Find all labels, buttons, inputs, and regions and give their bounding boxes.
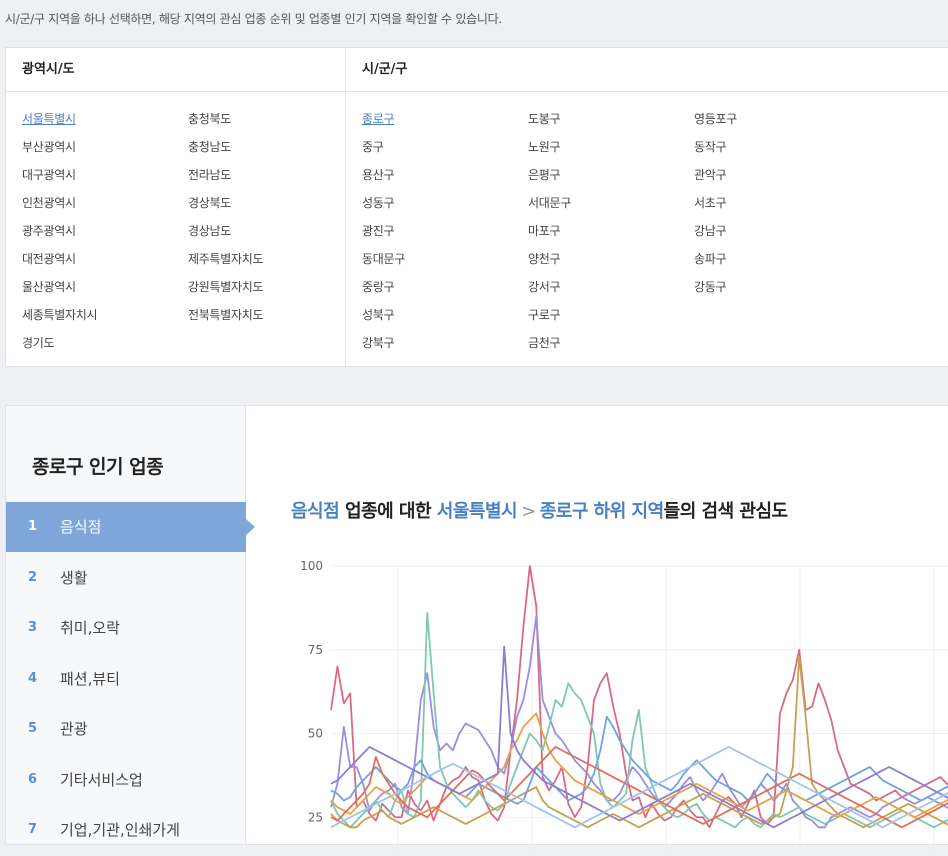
- district-link[interactable]: 강북구: [362, 334, 395, 351]
- category-rank: 3: [28, 620, 38, 635]
- district-link[interactable]: 성북구: [362, 306, 395, 323]
- active-pointer-icon: [246, 519, 255, 535]
- province-link[interactable]: 경상남도: [188, 222, 231, 239]
- province-link[interactable]: 대구광역시: [22, 166, 76, 183]
- y-tick-label: 25: [308, 810, 323, 824]
- province-link[interactable]: 충청북도: [188, 110, 231, 127]
- district-link[interactable]: 광진구: [362, 222, 395, 239]
- chart-title-suffix: 들의 검색 관심도: [663, 501, 788, 522]
- district-header: 시/군/구: [345, 48, 948, 92]
- province-link[interactable]: 전라남도: [188, 166, 231, 183]
- chart-title: 음식점 업종에 대한 서울특별시 > 종로구 하위 지역들의 검색 관심도: [291, 497, 788, 523]
- y-tick-label: 50: [308, 727, 323, 741]
- district-link[interactable]: 은평구: [528, 166, 561, 183]
- category-rank: 7: [28, 822, 38, 837]
- district-link[interactable]: 노원구: [528, 138, 561, 155]
- district-link[interactable]: 강남구: [694, 222, 727, 239]
- province-link[interactable]: 강원특별자치도: [188, 278, 263, 295]
- category-label: 관광: [60, 720, 88, 738]
- category-item[interactable]: 1 음식점: [6, 502, 255, 552]
- district-link[interactable]: 마포구: [528, 222, 561, 239]
- province-link[interactable]: 제주특별자치도: [188, 250, 263, 267]
- district-link[interactable]: 송파구: [694, 250, 727, 267]
- category-item[interactable]: 2 생활: [6, 553, 246, 603]
- district-link[interactable]: 동대문구: [362, 250, 405, 267]
- sidebar-title: 종로구 인기 업종: [32, 456, 164, 478]
- district-link[interactable]: 서대문구: [528, 194, 571, 211]
- district-link[interactable]: 구로구: [528, 306, 561, 323]
- province-link[interactable]: 경기도: [22, 334, 55, 351]
- district-link[interactable]: 강서구: [528, 278, 561, 295]
- category-item[interactable]: 7 기업,기관,인쇄가게: [6, 805, 246, 855]
- category-item[interactable]: 4 패션,뷰티: [6, 654, 246, 704]
- category-label: 기타서비스업: [60, 770, 143, 789]
- y-tick-label: 75: [308, 643, 323, 657]
- column-divider: [345, 92, 346, 368]
- category-rank: 5: [28, 721, 38, 736]
- district-link[interactable]: 성동구: [362, 194, 395, 211]
- y-tick-label: 100: [300, 559, 323, 573]
- category-item[interactable]: 5 관광: [6, 704, 246, 754]
- province-link[interactable]: 전북특별자치도: [188, 306, 263, 323]
- district-link[interactable]: 용산구: [362, 166, 395, 183]
- district-link[interactable]: 양천구: [528, 250, 561, 267]
- district-link[interactable]: 중랑구: [362, 278, 395, 295]
- category-item[interactable]: 6 기타서비스업: [6, 755, 246, 805]
- district-link[interactable]: 영등포구: [694, 110, 737, 127]
- category-rank: 1: [28, 519, 38, 534]
- category-rank: 4: [28, 670, 38, 686]
- province-link[interactable]: 경상북도: [188, 194, 231, 211]
- chart-title-province: 서울특별시: [436, 501, 518, 522]
- category-rank: 6: [28, 771, 38, 787]
- province-link[interactable]: 충청남도: [188, 138, 231, 155]
- district-link[interactable]: 서초구: [694, 194, 727, 211]
- region-selector: 광역시/도 시/군/구 서울특별시부산광역시대구광역시인천광역시광주광역시대전광…: [5, 47, 948, 368]
- chevron-right-icon: >: [521, 501, 536, 522]
- province-link[interactable]: 광주광역시: [22, 222, 76, 239]
- district-link[interactable]: 종로구: [362, 110, 395, 127]
- province-link[interactable]: 서울특별시: [22, 110, 76, 127]
- chart-title-category: 음식점: [291, 501, 340, 522]
- province-link[interactable]: 울산광역시: [22, 278, 76, 295]
- district-link[interactable]: 도봉구: [528, 110, 561, 127]
- industry-panel: 종로구 인기 업종 1 음식점 2 생활 3 취미,오락 4 패션,뷰티 5 관광 6 기타서비스업 7…: [5, 405, 948, 856]
- interest-line-chart: 25 50 75 100: [300, 559, 948, 856]
- industry-sidebar: 종로구 인기 업종 1 음식점 2 생활 3 취미,오락 4 패션,뷰티 5 관광 6 기타서비스업 7…: [6, 406, 255, 844]
- category-item[interactable]: 3 취미,오락: [6, 603, 246, 653]
- category-label: 생활: [60, 568, 88, 587]
- district-link[interactable]: 동작구: [694, 138, 727, 155]
- province-link[interactable]: 인천광역시: [22, 194, 76, 211]
- intro-text: 시/군/구 지역을 하나 선택하면, 해당 지역의 관심 업종 순위 및 업종별…: [5, 12, 502, 26]
- district-link[interactable]: 강동구: [694, 278, 727, 295]
- chart-title-region: 종로구 하위 지역: [539, 501, 664, 522]
- category-rank: 2: [28, 569, 38, 585]
- category-label: 패션,뷰티: [60, 669, 120, 688]
- category-label: 기업,기관,인쇄가게: [60, 821, 180, 839]
- district-link[interactable]: 관악구: [694, 166, 727, 183]
- province-header: 광역시/도: [6, 48, 345, 92]
- category-label: 취미,오락: [60, 619, 120, 637]
- category-label: 음식점: [60, 518, 102, 536]
- district-link[interactable]: 금천구: [528, 334, 561, 351]
- province-link[interactable]: 부산광역시: [22, 138, 76, 155]
- province-link[interactable]: 세종특별자치시: [22, 306, 97, 323]
- chart-title-mid: 업종에 대한: [339, 501, 437, 522]
- series-line-3: [330, 612, 948, 829]
- province-link[interactable]: 대전광역시: [22, 250, 76, 267]
- district-link[interactable]: 중구: [362, 138, 384, 155]
